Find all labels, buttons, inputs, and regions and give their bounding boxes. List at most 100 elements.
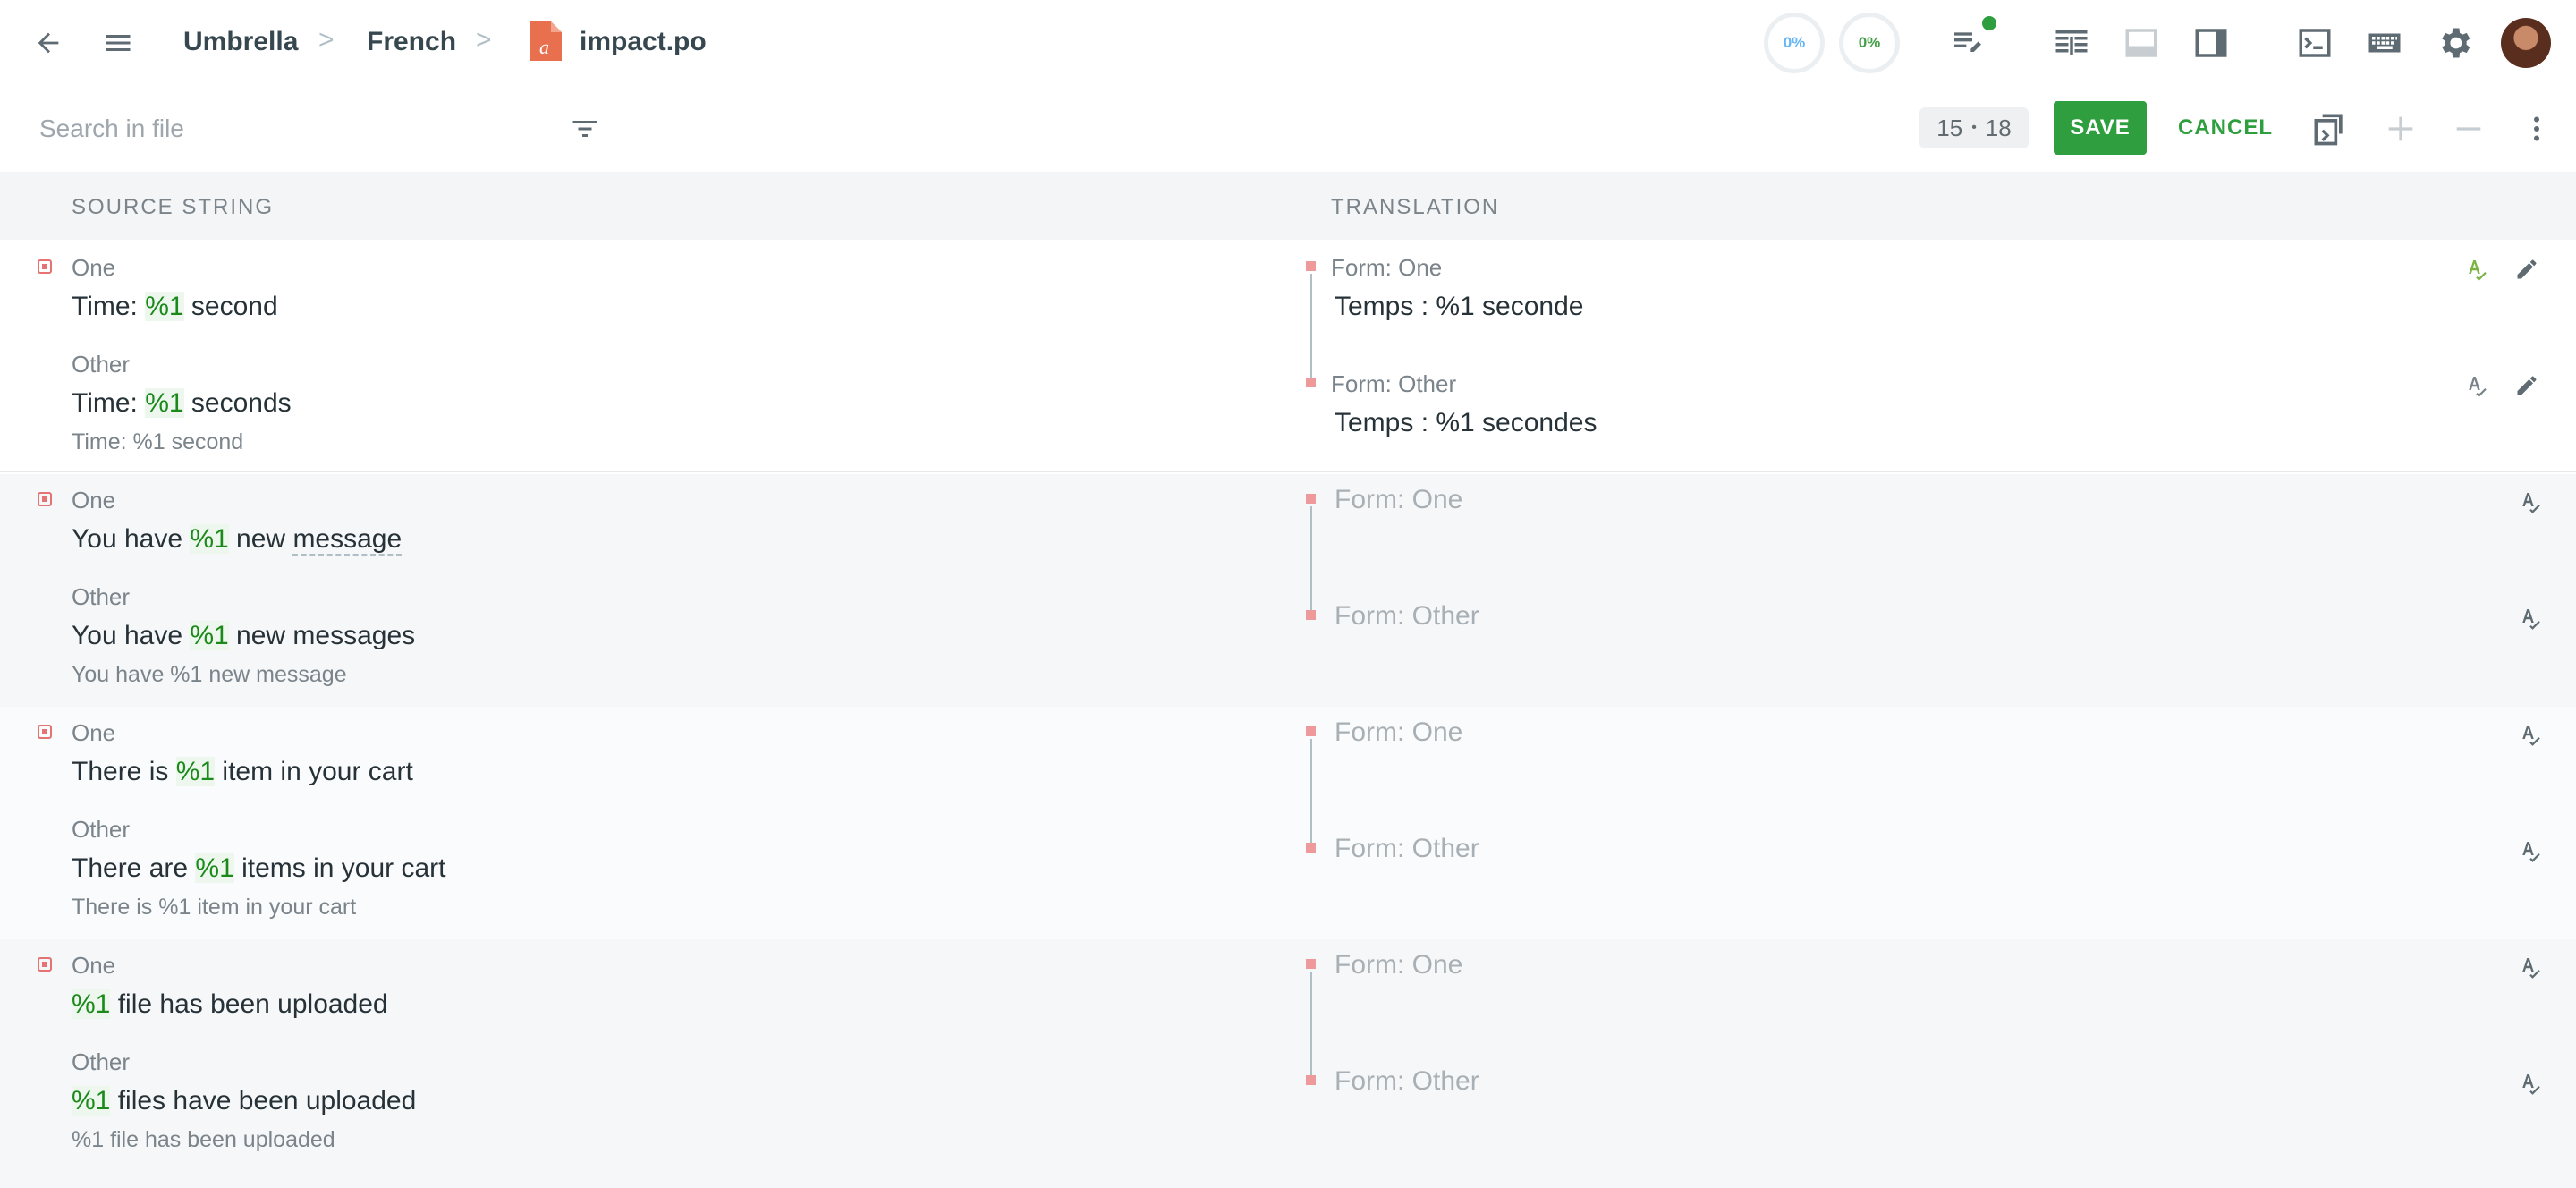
bottom-panel-layout-icon[interactable]: [2120, 21, 2163, 64]
string-counter: 15 • 18: [1919, 107, 2029, 148]
translation-input-one[interactable]: Form: One: [1335, 485, 1462, 515]
translation-row[interactable]: One %1 file has been uploaded Other %1 f…: [0, 939, 2576, 1188]
status-marker-icon: [38, 259, 52, 274]
translation-marker-icon: [1306, 378, 1316, 387]
pencil-icon[interactable]: [2512, 370, 2542, 401]
status-marker-icon: [38, 957, 52, 972]
plural-form-label-other: Other: [72, 583, 130, 611]
more-vertical-icon[interactable]: [2521, 107, 2553, 150]
translation-text-other[interactable]: Temps : %1 secondes: [1335, 408, 1597, 438]
source-text-part: There are: [72, 853, 195, 883]
source-text-part: new messages: [229, 621, 415, 650]
translation-marker-icon: [1306, 494, 1316, 504]
source-text-part: There is: [72, 757, 176, 786]
spellcheck-icon[interactable]: [2515, 719, 2546, 750]
side-by-side-layout-icon[interactable]: [2050, 21, 2093, 64]
source-context: You have %1 new message: [72, 662, 347, 688]
terminal-icon[interactable]: [2293, 21, 2336, 64]
source-context: %1 file has been uploaded: [72, 1127, 335, 1153]
plural-connector: [1310, 274, 1312, 381]
source-text-one: Time: %1 second: [72, 292, 278, 322]
source-text-part: new: [229, 524, 293, 554]
source-text-part: item in your cart: [215, 757, 413, 786]
pencil-icon[interactable]: [2512, 254, 2542, 284]
side-panel-layout-icon[interactable]: [2190, 21, 2233, 64]
spellcheck-icon[interactable]: [2462, 370, 2492, 401]
source-text-part: seconds: [184, 388, 292, 418]
plural-form-label-other: Other: [72, 351, 130, 378]
source-text-one: %1 file has been uploaded: [72, 989, 388, 1020]
plural-connector: [1310, 972, 1312, 1079]
breadcrumb-separator: >: [476, 25, 492, 55]
source-text-part: Time:: [72, 388, 145, 418]
plural-form-label-other: Other: [72, 816, 130, 844]
source-text-one: You have %1 new message: [72, 524, 402, 555]
edit-list-icon[interactable]: [1946, 21, 1989, 64]
cancel-button[interactable]: CANCEL: [2172, 101, 2279, 155]
plural-form-label-one: One: [72, 254, 115, 282]
source-context: There is %1 item in your cart: [72, 895, 356, 921]
translation-input-other[interactable]: Form: Other: [1335, 601, 1479, 632]
translation-row[interactable]: One There is %1 item in your cart Other …: [0, 707, 2576, 939]
plural-connector: [1310, 739, 1312, 846]
breadcrumb-project[interactable]: Umbrella: [183, 27, 298, 57]
source-text-part: You have: [72, 621, 190, 650]
plural-form-label-other: Other: [72, 1048, 130, 1076]
spellcheck-icon[interactable]: [2462, 254, 2492, 284]
gear-icon[interactable]: [2433, 21, 2476, 64]
progress-ring-translated[interactable]: 0%: [1839, 13, 1900, 73]
placeholder-token: %1: [145, 292, 183, 321]
search-input[interactable]: [39, 111, 540, 147]
translation-input-one[interactable]: Form: One: [1335, 717, 1462, 748]
source-text-part: message: [292, 524, 402, 556]
spellcheck-icon[interactable]: [2515, 1068, 2546, 1099]
top-bar: Umbrella > French > a impact.po 0% 0%: [0, 0, 2576, 86]
copy-source-icon[interactable]: [2308, 107, 2351, 150]
current-index: 15: [1936, 115, 1962, 142]
breadcrumb-file[interactable]: impact.po: [580, 27, 707, 57]
translation-marker-icon: [1306, 261, 1316, 271]
source-context: Time: %1 second: [72, 429, 243, 455]
source-text-part: items in your cart: [234, 853, 446, 883]
translation-row-selected[interactable]: One Time: %1 second Other Time: %1 secon…: [0, 240, 2576, 472]
source-text-part: second: [184, 292, 278, 321]
progress-ring-approved[interactable]: 0%: [1764, 13, 1825, 73]
menu-icon[interactable]: [98, 23, 138, 63]
save-button[interactable]: SAVE: [2054, 101, 2147, 155]
translation-form-label-other: Form: Other: [1331, 370, 1456, 398]
back-arrow-icon[interactable]: [29, 23, 68, 63]
status-dot-icon: [1982, 16, 1996, 30]
source-text-part: file has been uploaded: [110, 989, 387, 1019]
spellcheck-icon[interactable]: [2515, 603, 2546, 633]
translation-row[interactable]: One You have %1 new message Other You ha…: [0, 474, 2576, 707]
translation-input-one[interactable]: Form: One: [1335, 950, 1462, 980]
column-header-row: SOURCE STRING TRANSLATION: [0, 172, 2576, 240]
add-icon[interactable]: [2379, 107, 2422, 150]
placeholder-token: %1: [72, 989, 110, 1019]
source-text-one: There is %1 item in your cart: [72, 757, 413, 787]
keyboard-icon[interactable]: [2363, 21, 2406, 64]
placeholder-token: %1: [195, 853, 233, 883]
translation-marker-icon: [1306, 726, 1316, 736]
source-text-part: files have been uploaded: [110, 1086, 416, 1116]
translation-input-other[interactable]: Form: Other: [1335, 1066, 1479, 1097]
source-text-other: %1 files have been uploaded: [72, 1086, 416, 1116]
spellcheck-icon[interactable]: [2515, 836, 2546, 866]
spellcheck-icon[interactable]: [2515, 952, 2546, 982]
translation-text-one[interactable]: Temps : %1 seconde: [1335, 292, 1583, 322]
source-text-other: There are %1 items in your cart: [72, 853, 446, 884]
translation-input-other[interactable]: Form: Other: [1335, 834, 1479, 864]
placeholder-token: %1: [145, 388, 183, 418]
remove-icon[interactable]: [2447, 107, 2490, 150]
spellcheck-icon[interactable]: [2515, 487, 2546, 517]
filter-icon[interactable]: [565, 111, 605, 147]
placeholder-token: %1: [72, 1086, 110, 1116]
translation-marker-icon: [1306, 959, 1316, 969]
avatar[interactable]: [2501, 18, 2551, 68]
po-file-icon: a: [530, 21, 562, 61]
translation-column-header: TRANSLATION: [1331, 195, 1499, 220]
translation-marker-icon: [1306, 1075, 1316, 1085]
breadcrumb-language[interactable]: French: [367, 27, 456, 57]
status-marker-icon: [38, 725, 52, 739]
source-text-other: Time: %1 seconds: [72, 388, 292, 419]
